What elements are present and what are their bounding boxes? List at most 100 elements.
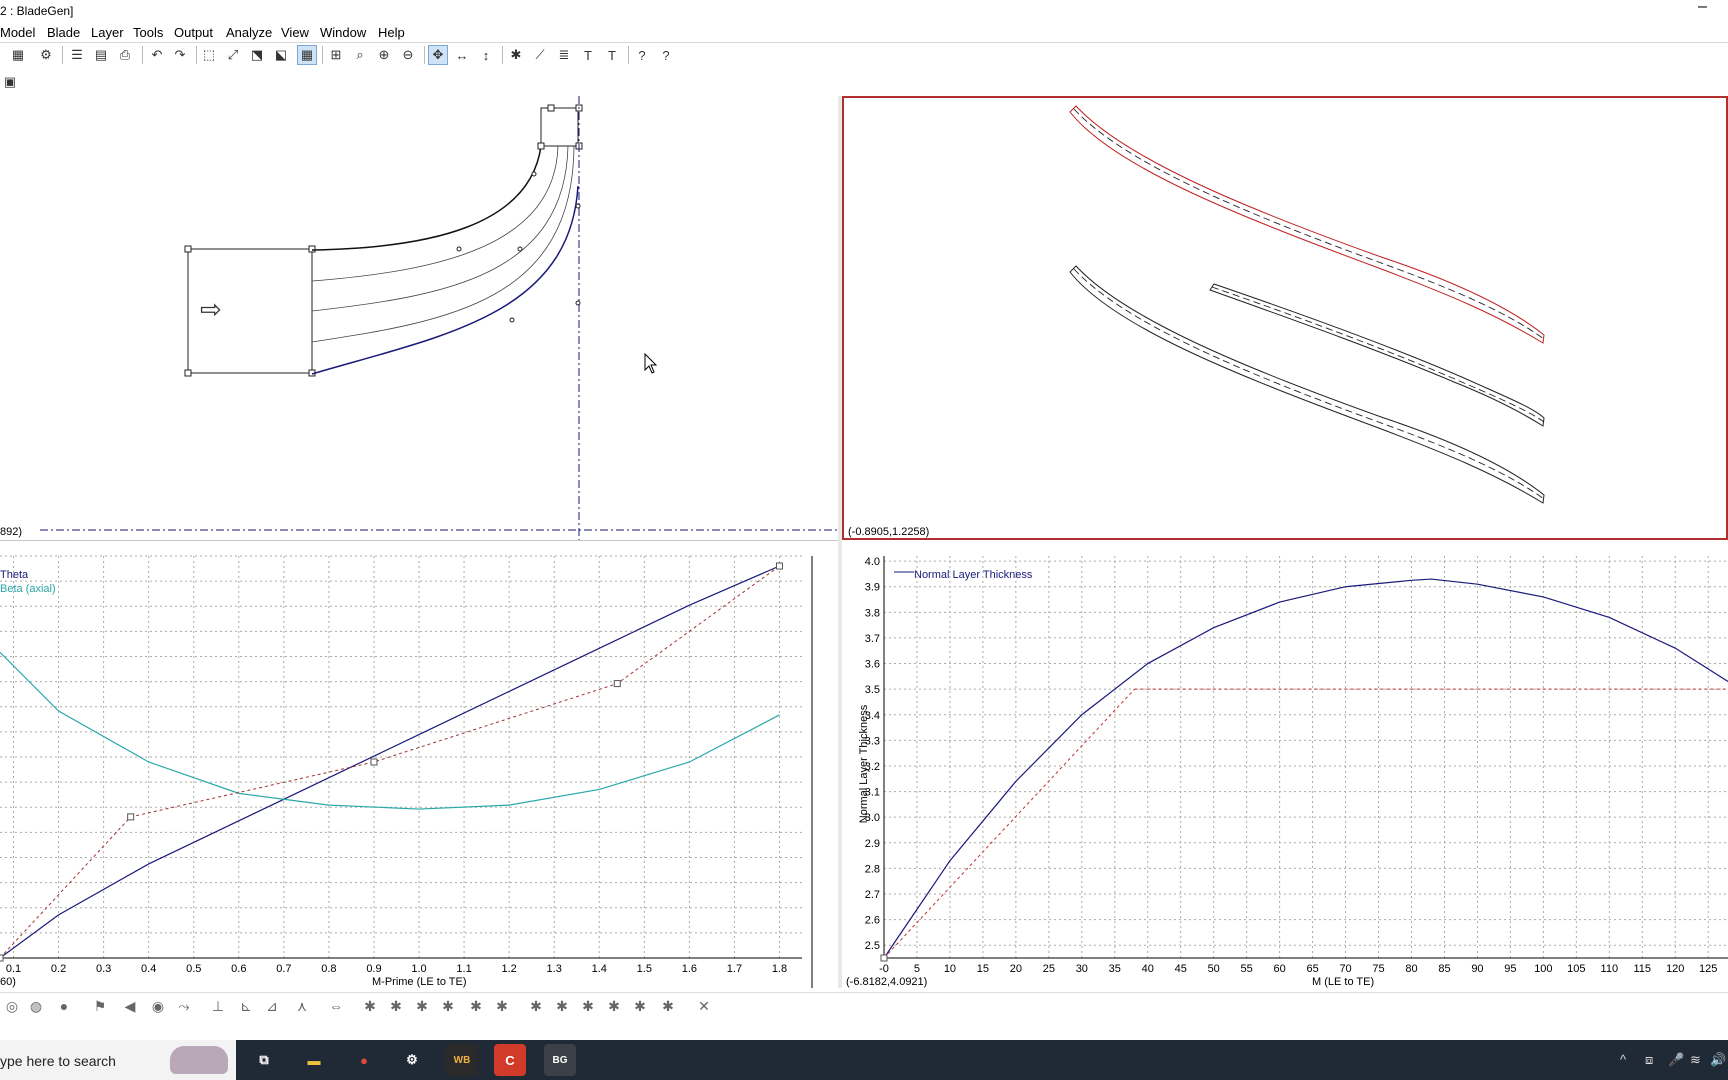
stack-icon[interactable]: ≣ bbox=[554, 45, 574, 65]
axis2-icon[interactable]: ⊾ bbox=[236, 997, 256, 1015]
tray-wifi-icon[interactable]: ≋ bbox=[1690, 1052, 1701, 1068]
menu-model[interactable]: Model bbox=[0, 25, 35, 40]
globe-outline-icon[interactable]: ◎ bbox=[2, 997, 22, 1015]
tray-overflow-icon[interactable]: ^ bbox=[1620, 1052, 1626, 1067]
minimize-button[interactable]: – bbox=[1698, 0, 1707, 16]
new-model-icon[interactable]: ▦ bbox=[8, 45, 28, 65]
shrink-icon[interactable]: ⬕ bbox=[271, 45, 291, 65]
stretch-icon[interactable]: ⇔ bbox=[326, 997, 346, 1015]
menu-blade[interactable]: Blade bbox=[47, 25, 80, 40]
bottom-toolbar: ◎ ◍ ● ⚑ ◀ ◉ ⤳ ⊥ ⊾ ⊿ ⋏ ⇔ ✱ ✱ ✱ ✱ ✱ ✱ ✱ ✱ ✱ ✱ ✱ ✱ ✕ bbox=[0, 992, 1728, 1019]
search-placeholder: ype here to search bbox=[0, 1053, 116, 1069]
pan-horizontal-icon[interactable]: ↔ bbox=[452, 45, 472, 65]
prev-icon[interactable]: ◀ bbox=[120, 997, 140, 1015]
pan-icon[interactable]: ✥ bbox=[428, 45, 448, 65]
sphere-icon[interactable]: ● bbox=[54, 997, 74, 1015]
gear5-icon[interactable]: ✱ bbox=[466, 997, 486, 1015]
gear7-icon[interactable]: ✱ bbox=[526, 997, 546, 1015]
tick-label-x: 0.8 bbox=[321, 963, 336, 975]
tick-label-x: 1.0 bbox=[411, 963, 426, 975]
menu-layer[interactable]: Layer bbox=[91, 25, 124, 40]
bladegen-icon[interactable]: BG bbox=[544, 1044, 576, 1076]
window-title: 2 : BladeGen] bbox=[0, 4, 74, 18]
tray-mic-icon[interactable]: 🎤 bbox=[1668, 1052, 1684, 1068]
undo-icon[interactable]: ↶ bbox=[147, 45, 167, 65]
flow-icon[interactable]: ⤳ bbox=[174, 997, 194, 1015]
circle-icon[interactable]: ◉ bbox=[148, 997, 168, 1015]
gear9-icon[interactable]: ✱ bbox=[578, 997, 598, 1015]
menu-help[interactable]: Help bbox=[378, 25, 405, 40]
open-icon[interactable]: ⚙ bbox=[36, 45, 56, 65]
gear11-icon[interactable]: ✱ bbox=[630, 997, 650, 1015]
angle-chart-pane[interactable]: 0.1 0.2 0.3 0.4 0.5 0.6 0.7 0.8 0.9 1.0 1.1 1.2 1.3 1… bbox=[0, 548, 822, 988]
gear10-icon[interactable]: ✱ bbox=[604, 997, 624, 1015]
blade-icon[interactable]: ⚑ bbox=[90, 997, 110, 1015]
tick-label-x: 20 bbox=[1010, 963, 1022, 975]
gear3-icon[interactable]: ✱ bbox=[412, 997, 432, 1015]
print-icon[interactable]: ⎙ bbox=[115, 45, 135, 65]
gear8-icon[interactable]: ✱ bbox=[552, 997, 572, 1015]
tick-label-y: 3.7 bbox=[865, 633, 880, 645]
gear4-icon[interactable]: ✱ bbox=[438, 997, 458, 1015]
zoom-in-icon[interactable]: ⊕ bbox=[374, 45, 394, 65]
meridional-drawing bbox=[40, 96, 838, 540]
fit-all-icon[interactable]: ⊞ bbox=[326, 45, 346, 65]
menu-output[interactable]: Output bbox=[174, 25, 213, 40]
text-alt-icon[interactable]: T bbox=[602, 45, 622, 65]
workbench-icon[interactable]: WB bbox=[446, 1044, 478, 1076]
split-icon[interactable]: ✱ bbox=[506, 45, 526, 65]
measure-icon[interactable]: ⟋ bbox=[530, 45, 550, 65]
angle-coordinate-readout: 60) bbox=[0, 976, 16, 988]
axis-icon[interactable]: ⊥ bbox=[208, 997, 228, 1015]
tick-label-y: 2.8 bbox=[865, 863, 880, 875]
task-view-icon[interactable]: ⧉ bbox=[248, 1044, 280, 1076]
control-point-2 bbox=[370, 758, 378, 766]
title-bar: 2 : BladeGen] – bbox=[0, 0, 1728, 22]
help-icon[interactable]: ? bbox=[656, 45, 676, 65]
search-highlight-image bbox=[170, 1046, 228, 1074]
tick-label-x: 10 bbox=[944, 963, 956, 975]
fit-icon[interactable]: ⤢ bbox=[223, 45, 243, 65]
table-icon[interactable]: ▤ bbox=[91, 45, 111, 65]
meridional-view[interactable]: ⇨ 892) bbox=[0, 96, 838, 541]
tray-display-icon[interactable]: ⧈ bbox=[1645, 1052, 1653, 1068]
menu-analyze[interactable]: Analyze bbox=[226, 25, 272, 40]
tick-label-x: 45 bbox=[1175, 963, 1187, 975]
menu-view[interactable]: View bbox=[281, 25, 309, 40]
blade-to-blade-view[interactable]: (-0.8905,1.2258) bbox=[842, 96, 1728, 540]
zoom-box-icon[interactable]: ⌕ bbox=[350, 45, 370, 65]
context-help-icon[interactable]: ? bbox=[632, 45, 652, 65]
tick-label-x: 95 bbox=[1504, 963, 1516, 975]
taskbar-search-box[interactable]: ype here to search bbox=[0, 1040, 236, 1080]
layer-tool-icon[interactable]: ▣ bbox=[0, 72, 20, 92]
axis3-icon[interactable]: ⊿ bbox=[262, 997, 282, 1015]
properties-icon[interactable]: ☰ bbox=[67, 45, 87, 65]
globe-icon[interactable]: ◍ bbox=[26, 997, 46, 1015]
tick-label-y: 3.5 bbox=[865, 684, 880, 696]
text-icon[interactable]: T bbox=[578, 45, 598, 65]
redo-icon[interactable]: ↷ bbox=[170, 45, 190, 65]
tick-label-x: 1.3 bbox=[547, 963, 562, 975]
tray-volume-icon[interactable]: 🔊 bbox=[1710, 1052, 1726, 1068]
fork-icon[interactable]: ⋏ bbox=[292, 997, 312, 1015]
gear12-icon[interactable]: ✱ bbox=[658, 997, 678, 1015]
settings-icon[interactable]: ⚙ bbox=[396, 1044, 428, 1076]
app-c-icon[interactable]: C bbox=[494, 1044, 526, 1076]
chrome-icon[interactable]: ● bbox=[348, 1044, 380, 1076]
menu-window[interactable]: Window bbox=[320, 25, 366, 40]
zoom-out-icon[interactable]: ⊖ bbox=[398, 45, 418, 65]
pan-vertical-icon[interactable]: ↕ bbox=[476, 45, 496, 65]
file-explorer-icon[interactable]: ▬ bbox=[298, 1044, 330, 1076]
zoom-region-icon[interactable]: ⬚ bbox=[199, 45, 219, 65]
legend-normal-layer-thickness: Normal Layer Thickness bbox=[914, 569, 1033, 581]
gear1-icon[interactable]: ✱ bbox=[360, 997, 380, 1015]
gear6-icon[interactable]: ✱ bbox=[492, 997, 512, 1015]
tick-label-x: 115 bbox=[1634, 963, 1652, 975]
grid-icon[interactable]: ▦ bbox=[297, 45, 317, 65]
legend-beta: Beta (axial) bbox=[0, 583, 56, 595]
expand-icon[interactable]: ⬔ bbox=[247, 45, 267, 65]
cross-icon[interactable]: ✕ bbox=[694, 997, 714, 1015]
gear2-icon[interactable]: ✱ bbox=[386, 997, 406, 1015]
menu-tools[interactable]: Tools bbox=[133, 25, 163, 40]
thickness-chart-pane[interactable]: -0 5 10 15 20 25 30 35 40 45 50 55 60 65 70 75 80 85 90 95 1… bbox=[842, 548, 1728, 988]
